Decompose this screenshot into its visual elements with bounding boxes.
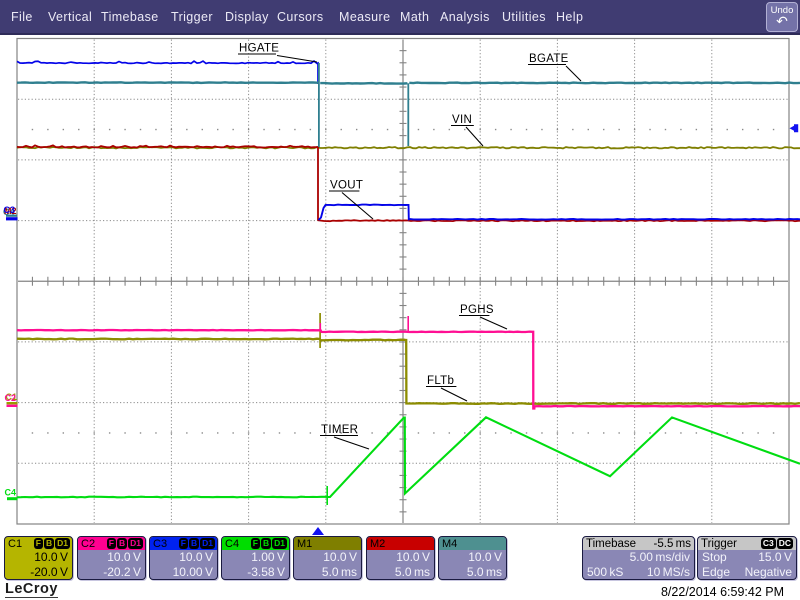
svg-text:FLTb: FLTb — [427, 375, 454, 387]
svg-text:TIMER: TIMER — [321, 424, 358, 436]
svg-text:PGHS: PGHS — [460, 304, 494, 316]
svg-text:C2: C2 — [5, 393, 17, 403]
svg-text:VOUT: VOUT — [330, 180, 363, 192]
svg-text:C4: C4 — [5, 488, 17, 498]
svg-text:C3: C3 — [4, 205, 16, 215]
svg-text:VIN: VIN — [452, 114, 472, 126]
svg-text:BGATE: BGATE — [529, 53, 569, 65]
svg-text:HGATE: HGATE — [239, 43, 279, 55]
